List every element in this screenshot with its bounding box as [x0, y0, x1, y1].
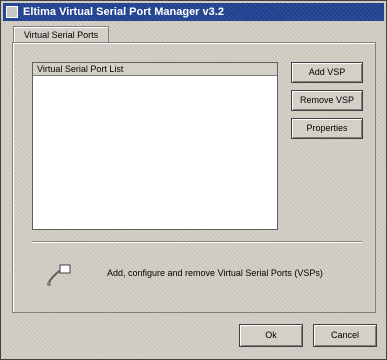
dialog-window: Eltima Virtual Serial Port Manager v3.2 …: [0, 0, 387, 360]
title-bar[interactable]: Eltima Virtual Serial Port Manager v3.2: [3, 3, 384, 21]
list-header[interactable]: Virtual Serial Port List: [33, 63, 277, 76]
ok-button[interactable]: Ok: [239, 324, 303, 347]
window-title: Eltima Virtual Serial Port Manager v3.2: [23, 6, 224, 18]
vsp-listbox[interactable]: Virtual Serial Port List: [32, 62, 278, 230]
app-icon: [6, 6, 18, 18]
info-text: Add, configure and remove Virtual Serial…: [107, 268, 323, 278]
divider: [32, 241, 362, 243]
add-vsp-button[interactable]: Add VSP: [291, 62, 363, 83]
properties-button[interactable]: Properties: [291, 118, 363, 139]
remove-vsp-button[interactable]: Remove VSP: [291, 90, 363, 111]
tab-virtual-serial-ports[interactable]: Virtual Serial Ports: [13, 26, 109, 43]
serial-cable-icon: [47, 264, 71, 286]
cancel-button[interactable]: Cancel: [313, 324, 377, 347]
